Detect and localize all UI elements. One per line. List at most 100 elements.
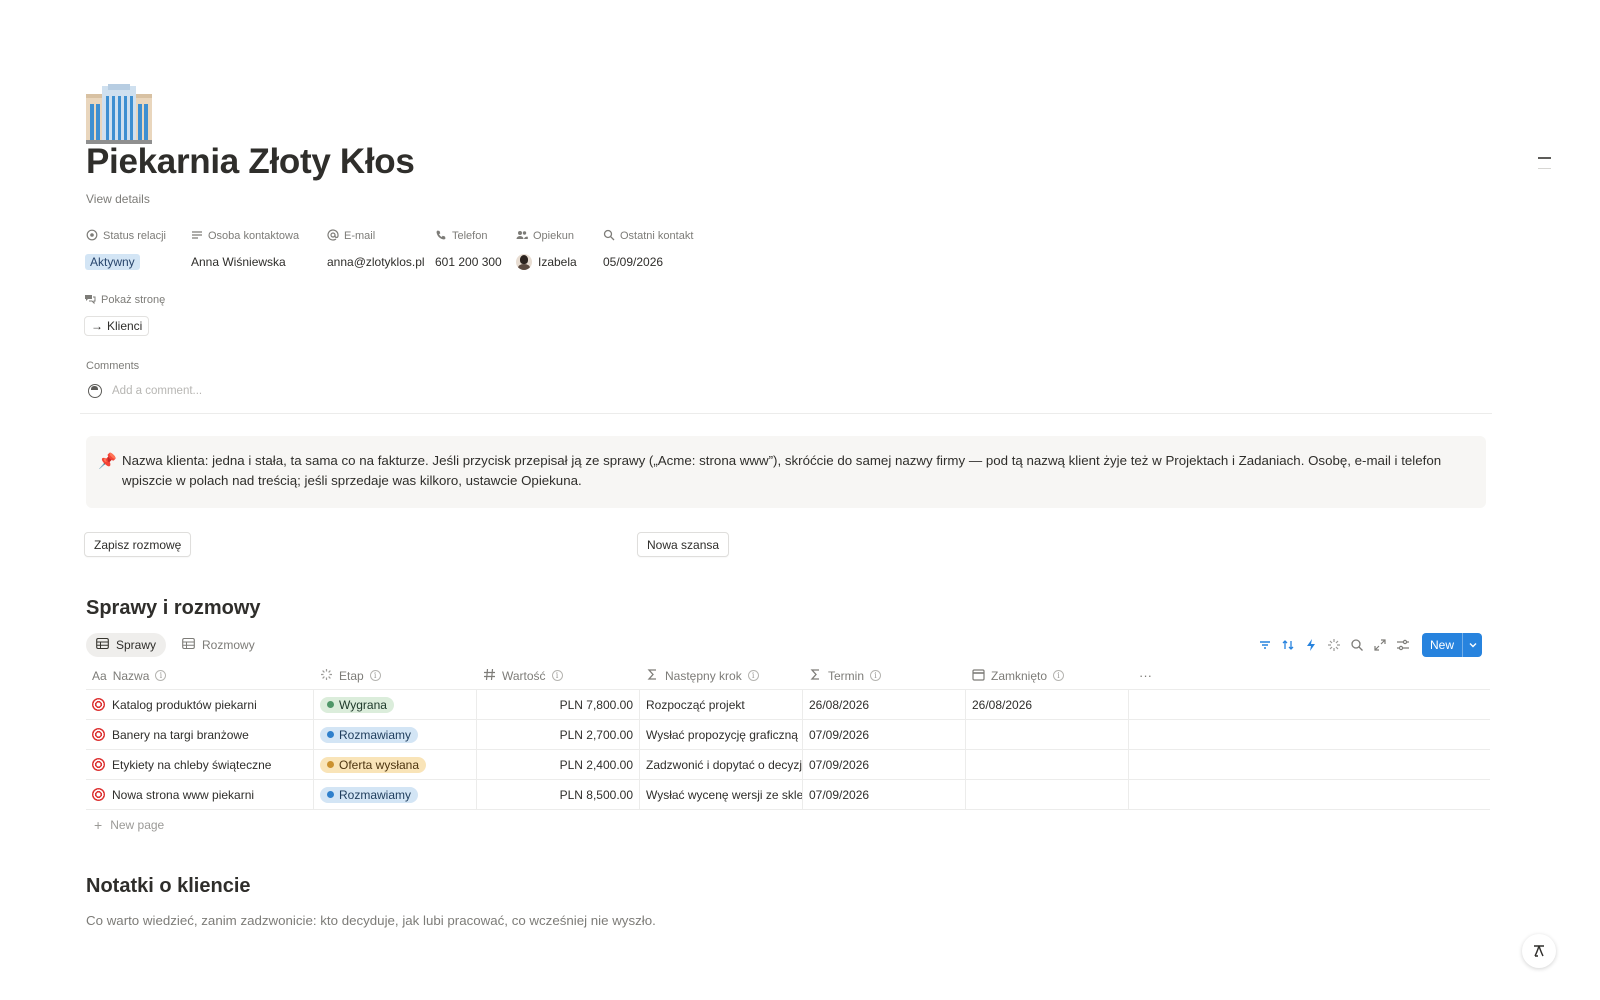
status-badge[interactable]: Aktywny (85, 254, 140, 270)
notion-ai-icon[interactable] (1522, 934, 1556, 968)
info-icon[interactable]: i (155, 670, 167, 681)
more-columns-button[interactable]: ··· (1129, 662, 1490, 689)
column-header-zamknieto[interactable]: Zamknięto i (966, 662, 1129, 689)
callout-text[interactable]: Nazwa klienta: jedna i stała, ta sama co… (122, 451, 1466, 508)
record-call-button[interactable]: Zapisz rozmowę (84, 532, 192, 557)
database-toolbar: New (1257, 633, 1482, 657)
row-name[interactable]: Etykiety na chleby świąteczne (112, 758, 271, 772)
stage-label: Rozmawiamy (339, 727, 412, 742)
property-contact-person[interactable]: Osoba kontaktowa Anna Wiśniewska (191, 229, 299, 271)
closed-cell[interactable] (966, 750, 1129, 779)
last-contact-value[interactable]: 05/09/2026 (603, 253, 693, 271)
table-row[interactable]: Etykiety na chleby świąteczne Oferta wys… (86, 750, 1490, 780)
comments-label: Comments (86, 360, 140, 372)
outline-toggle-icon[interactable] (1538, 157, 1551, 159)
property-label: Telefon (452, 230, 488, 242)
email-value[interactable]: anna@zlotyklos.pl (327, 253, 425, 271)
expand-icon[interactable] (1372, 637, 1388, 653)
column-header-etap[interactable]: Etap i (314, 662, 477, 689)
value-cell[interactable]: PLN 2,700.00 (477, 720, 640, 749)
arrow-right-icon: → (91, 319, 103, 333)
table-row[interactable]: Nowa strona www piekarni Rozmawiamy PLN … (86, 780, 1490, 810)
page-title[interactable]: Piekarnia Złoty Kłos (86, 142, 415, 182)
callout[interactable]: 📌 Nazwa klienta: jedna i stała, ta sama … (86, 436, 1486, 508)
value-cell[interactable]: PLN 7,800.00 (477, 690, 640, 719)
column-header-nazwa[interactable]: Aa Nazwa i (86, 662, 314, 689)
property-email[interactable]: E-mail anna@zlotyklos.pl (327, 228, 425, 271)
row-name[interactable]: Katalog produktów piekarni (112, 698, 257, 712)
notes-text[interactable]: Co warto wiedzieć, zanim zadzwonicie: kt… (86, 913, 656, 928)
next-step-cell[interactable]: Rozpocząć projekt (640, 690, 803, 719)
column-header-termin[interactable]: Termin i (803, 662, 966, 689)
property-status[interactable]: Status relacji Aktywny (85, 229, 166, 271)
info-icon[interactable]: i (551, 670, 563, 681)
column-header-wartosc[interactable]: Wartość i (477, 662, 640, 689)
info-icon[interactable]: i (369, 670, 381, 681)
column-label: Termin (828, 668, 865, 683)
due-cell[interactable]: 07/09/2026 (803, 750, 966, 779)
section-heading-cases[interactable]: Sprawy i rozmowy (86, 597, 261, 620)
property-label: Opiekun (533, 230, 574, 242)
divider (80, 413, 1492, 414)
row-name[interactable]: Banery na targi branżowe (112, 728, 249, 742)
more-horizontal-icon[interactable]: ··· (1139, 668, 1152, 683)
info-icon[interactable]: i (870, 670, 882, 681)
table-row[interactable]: Banery na targi branżowe Rozmawiamy PLN … (86, 720, 1490, 750)
relation-chip-klienci[interactable]: → Klienci (84, 316, 150, 336)
filter-icon[interactable] (1257, 637, 1273, 653)
info-icon[interactable]: i (747, 670, 759, 681)
stage-pill[interactable]: Rozmawiamy (320, 786, 419, 803)
tab-label: Sprawy (116, 638, 157, 652)
sort-icon[interactable] (1280, 637, 1296, 653)
new-button-label[interactable]: New (1422, 633, 1462, 657)
view-details-link[interactable]: View details (86, 192, 150, 206)
owner-value[interactable]: Izabela (538, 255, 577, 269)
search-icon[interactable] (1349, 637, 1365, 653)
closed-cell[interactable]: 26/08/2026 (966, 690, 1129, 719)
next-step-cell[interactable]: Wysłać wycenę wersji ze sklepem (640, 780, 803, 809)
due-cell[interactable]: 07/09/2026 (803, 780, 966, 809)
closed-cell[interactable] (966, 720, 1129, 749)
section-heading-notes[interactable]: Notatki o kliencie (86, 875, 251, 898)
new-page-button[interactable]: + New page (86, 810, 1490, 840)
property-last-contact[interactable]: Ostatni kontakt 05/09/2026 (603, 229, 693, 271)
view-tabs: Sprawy Rozmowy (86, 633, 265, 657)
lightning-icon[interactable] (1303, 637, 1319, 653)
new-opportunity-button[interactable]: Nowa szansa (637, 532, 730, 557)
chevron-down-icon[interactable] (1462, 633, 1482, 657)
closed-cell[interactable] (966, 780, 1129, 809)
stage-pill[interactable]: Rozmawiamy (320, 726, 419, 743)
sigma-icon (809, 668, 822, 684)
table-row[interactable]: Katalog produktów piekarni Wygrana PLN 7… (86, 690, 1490, 720)
due-cell[interactable]: 07/09/2026 (803, 720, 966, 749)
phone-value[interactable]: 601 200 300 (435, 253, 502, 271)
next-step-cell[interactable]: Zadzwonić i dopytać o decyzję (640, 750, 803, 779)
stage-pill[interactable]: Oferta wysłana (320, 756, 427, 773)
due-cell[interactable]: 26/08/2026 (803, 690, 966, 719)
sparkle-icon[interactable] (1326, 637, 1342, 653)
contact-person-value[interactable]: Anna Wiśniewska (191, 253, 299, 271)
tab-label: Rozmowy (202, 638, 255, 652)
comment-input[interactable]: Add a comment... (112, 385, 202, 397)
relation-icon (84, 293, 96, 308)
avatar (88, 384, 102, 398)
tab-sprawy[interactable]: Sprawy (86, 633, 167, 657)
status-dot (327, 791, 334, 798)
search-icon (603, 229, 615, 244)
pushpin-icon[interactable]: 📌 (98, 452, 122, 508)
row-name[interactable]: Nowa strona www piekarni (112, 788, 254, 802)
settings-sliders-icon[interactable] (1395, 637, 1411, 653)
building-icon[interactable] (86, 84, 152, 144)
text-lines-icon (191, 229, 203, 244)
value-cell[interactable]: PLN 8,500.00 (477, 780, 640, 809)
info-icon[interactable]: i (1053, 670, 1065, 681)
tab-rozmowy[interactable]: Rozmowy (172, 633, 265, 657)
property-phone[interactable]: Telefon 601 200 300 (435, 229, 502, 271)
value-cell[interactable]: PLN 2,400.00 (477, 750, 640, 779)
property-owner[interactable]: Opiekun Izabela (516, 229, 577, 271)
new-record-button[interactable]: New (1421, 633, 1482, 657)
next-step-cell[interactable]: Wysłać propozycję graficzną (640, 720, 803, 749)
stage-pill[interactable]: Wygrana (320, 696, 394, 713)
column-header-nastepny-krok[interactable]: Następny krok i (640, 662, 803, 689)
avatar (516, 254, 532, 270)
